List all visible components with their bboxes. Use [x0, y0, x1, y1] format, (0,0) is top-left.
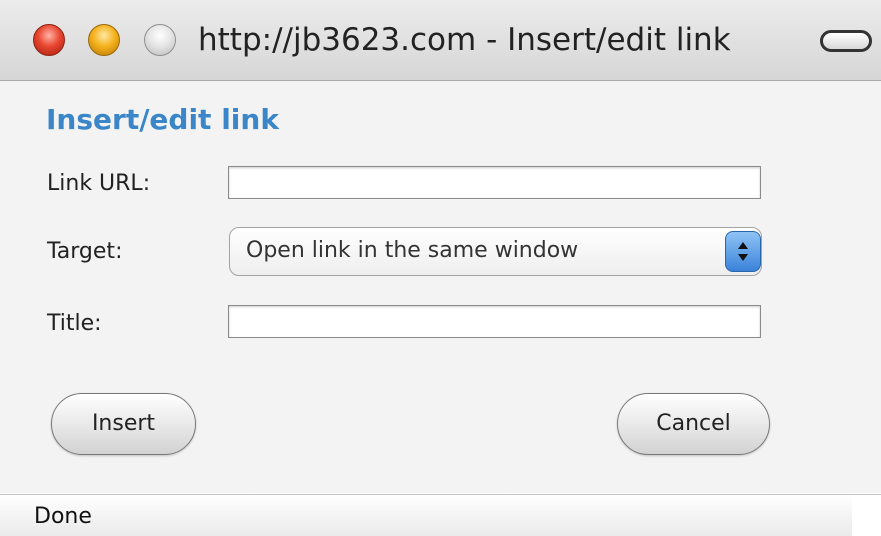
- title-label: Title:: [47, 311, 102, 336]
- link-url-label: Link URL:: [47, 171, 151, 196]
- status-text: Done: [34, 504, 92, 529]
- minimize-window-button[interactable]: [88, 24, 120, 56]
- insert-button[interactable]: Insert: [51, 393, 196, 455]
- title-input[interactable]: [228, 305, 761, 338]
- close-window-button[interactable]: [33, 24, 65, 56]
- dialog-heading: Insert/edit link: [46, 103, 279, 136]
- zoom-window-button[interactable]: [144, 24, 176, 56]
- target-label: Target:: [47, 239, 123, 264]
- status-bar: Done: [0, 494, 881, 536]
- target-select[interactable]: Open link in the same window: [229, 227, 762, 276]
- link-url-input[interactable]: [228, 166, 761, 199]
- window-titlebar[interactable]: http://jb3623.com - Insert/edit link: [0, 0, 881, 81]
- window-title: http://jb3623.com - Insert/edit link: [198, 22, 731, 58]
- toolbar-toggle-button[interactable]: [820, 30, 872, 52]
- dialog-content: Insert/edit link Link URL: Target: Open …: [0, 81, 881, 493]
- select-arrows-icon: [725, 231, 761, 272]
- cancel-button[interactable]: Cancel: [617, 393, 770, 455]
- target-select-value: Open link in the same window: [246, 238, 579, 263]
